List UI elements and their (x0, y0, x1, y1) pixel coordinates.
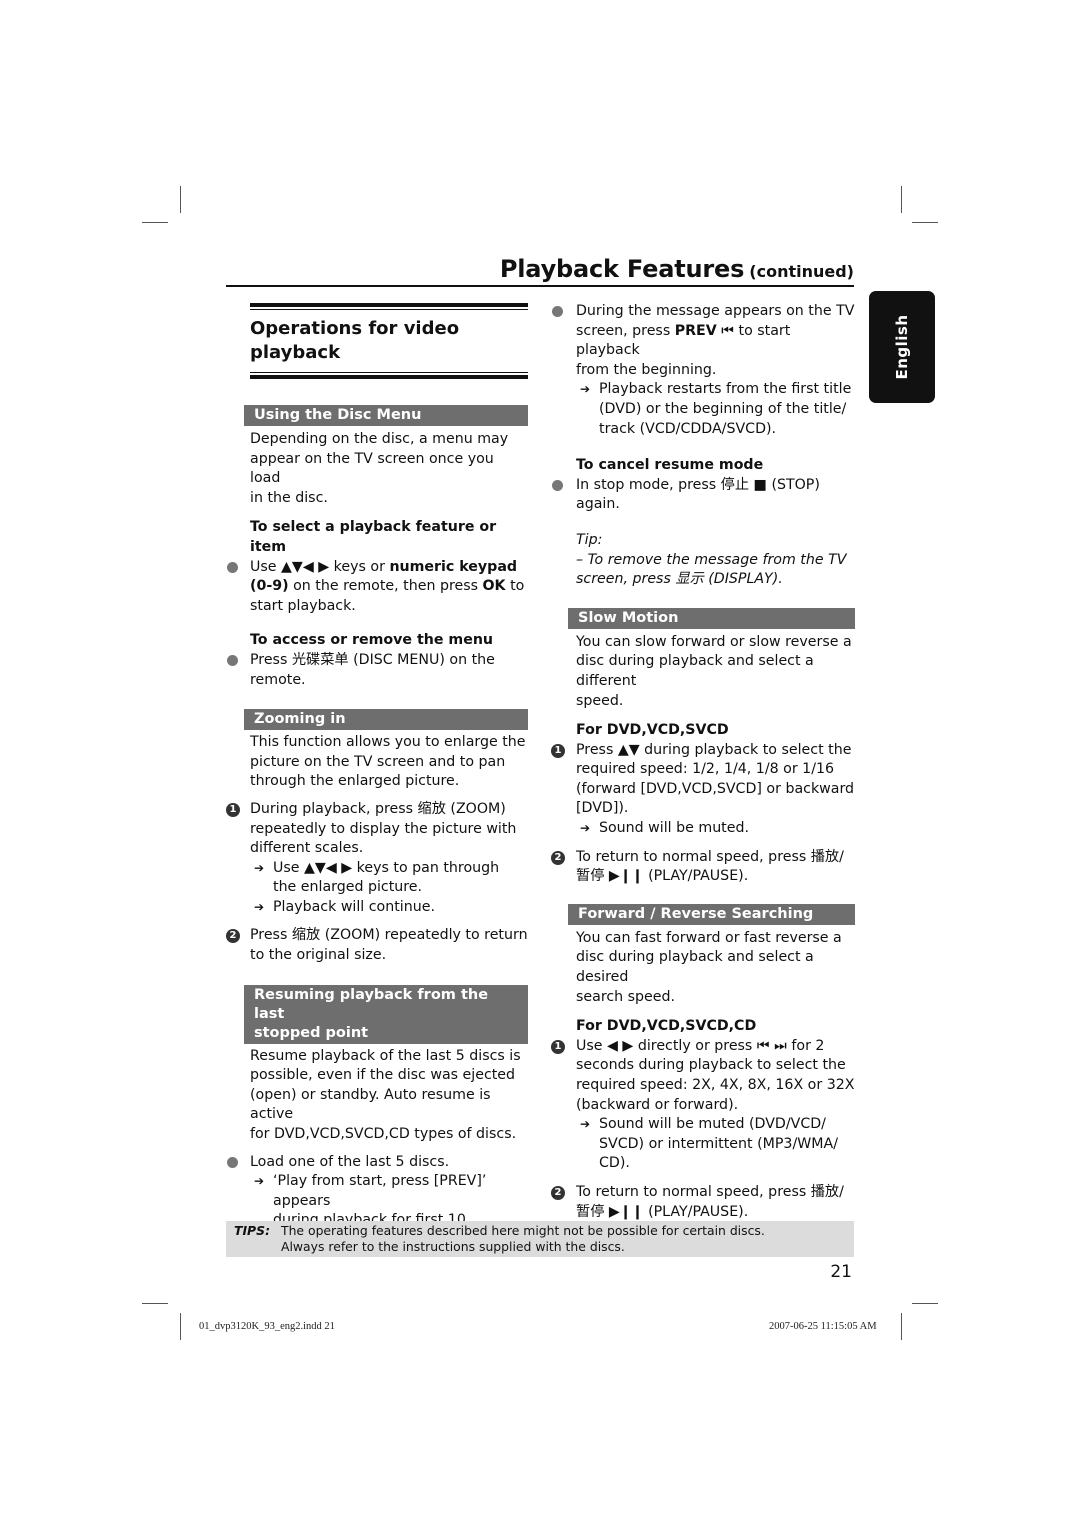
arrow-right-icon: ➔ (254, 899, 265, 914)
tips-label: TIPS: (234, 1223, 271, 1238)
result-item: ➔ Use ▲▼◀ ▶ keys to pan through the enla… (254, 859, 500, 896)
arrow-right-icon: ➔ (580, 382, 591, 397)
page-title: Playback Features (499, 255, 745, 283)
step-number-icon: 1 (551, 1039, 565, 1054)
page-header: Playback Features (continued) (226, 255, 854, 287)
search-intro: You can fast forward or fast reverse a d… (576, 929, 842, 1005)
step-number-icon: 1 (226, 802, 240, 817)
step-item: 1 Press ▲▼ during playback to select the… (551, 741, 855, 819)
bullet-icon (227, 654, 238, 666)
left-column: Operations for video playback Using the … (226, 303, 528, 1251)
arrow-right-icon: ➔ (580, 821, 591, 836)
crop-mark (912, 1303, 938, 1304)
right-column: During the message appears on the TV scr… (551, 302, 855, 1222)
section-bar-zooming: Zooming in (244, 709, 528, 731)
tips-text: The operating features described here mi… (281, 1223, 765, 1254)
step-item: 1 During playback, press 缩放 (ZOOM) repea… (226, 800, 528, 859)
language-tab: English (869, 291, 935, 403)
bullet-icon (227, 1156, 238, 1168)
tips-box: TIPS: The operating features described h… (226, 1221, 854, 1257)
page-number: 21 (830, 1262, 852, 1282)
list-item: Use ▲▼◀ ▶ keys or numeric keypad (0-9) o… (226, 558, 528, 617)
section-bar-resume: Resuming playback from the last stopped … (244, 984, 528, 1044)
list-item: Load one of the last 5 discs. (226, 1153, 528, 1173)
bullet-icon (552, 479, 563, 491)
slug-timestamp: 2007-06-25 11:15:05 AM (769, 1321, 877, 1332)
section-title: playback (250, 342, 341, 363)
arrow-right-icon: ➔ (254, 860, 265, 875)
subheading-search-formats: For DVD,VCD,SVCD,CD (576, 1018, 757, 1035)
crop-mark (912, 222, 938, 223)
slug-filename: 01_dvp3120K_93_eng2.indd 21 (199, 1321, 335, 1332)
list-item: In stop mode, press 停止 ■ (STOP) again. (551, 476, 855, 515)
step-number-icon: 2 (551, 850, 565, 865)
crop-mark (901, 1313, 902, 1340)
crop-mark (180, 1313, 181, 1340)
crop-mark (901, 186, 902, 213)
resume-intro: Resume playback of the last 5 discs is p… (250, 1047, 521, 1143)
section-bar-slow-motion: Slow Motion (568, 607, 855, 629)
step-item: 2 Press 缩放 (ZOOM) repeatedly to return t… (226, 926, 528, 965)
section-title-box: Operations for video playback (250, 303, 528, 379)
subheading-slow-formats: For DVD,VCD,SVCD (576, 722, 729, 739)
disc-menu-intro: Depending on the disc, a menu may appear… (250, 431, 509, 506)
bullet-icon (227, 561, 238, 573)
result-item: ➔ Sound will be muted. (551, 819, 855, 839)
result-item: ➔ Sound will be muted (DVD/VCD/ SVCD) or… (580, 1116, 838, 1172)
arrow-right-icon: ➔ (580, 1117, 591, 1132)
slow-intro: You can slow forward or slow reverse a d… (576, 633, 852, 709)
language-label: English (893, 314, 911, 380)
crop-mark (142, 1303, 168, 1304)
page-title-continued: (continued) (749, 262, 854, 281)
step-number-icon: 1 (551, 743, 565, 758)
step-item: 2 To return to normal speed, press 播放/ 暂… (551, 848, 855, 887)
subheading-cancel-resume: To cancel resume mode (576, 457, 764, 474)
list-item: Press 光碟菜单 (DISC MENU) on the remote. (226, 651, 528, 690)
section-bar-searching: Forward / Reverse Searching (568, 903, 855, 925)
step-item: 1 Use ◀ ▶ directly or press ⏮ ⏭ for 2 se… (551, 1037, 855, 1115)
crop-mark (180, 186, 181, 213)
step-number-icon: 2 (226, 929, 240, 944)
step-item: 2 To return to normal speed, press 播放/ 暂… (551, 1183, 855, 1222)
result-item: ➔ Playback will continue. (226, 898, 528, 918)
section-bar-disc-menu: Using the Disc Menu (244, 405, 528, 426)
list-item: During the message appears on the TV scr… (551, 302, 855, 380)
result-item: ➔ Playback restarts from the first title… (580, 381, 852, 437)
arrow-right-icon: ➔ (254, 1174, 265, 1189)
zoom-intro: This function allows you to enlarge the … (250, 734, 526, 790)
section-title: Operations for video (250, 318, 460, 339)
crop-mark (142, 222, 168, 223)
stray-dot: . (552, 1186, 556, 1200)
bullet-icon (552, 306, 563, 317)
subheading-access-menu: To access or remove the menu (250, 632, 494, 649)
tip-note: Tip: – To remove the message from the TV… (576, 531, 847, 588)
subheading-select-feature: To select a playback feature or item (250, 519, 497, 555)
